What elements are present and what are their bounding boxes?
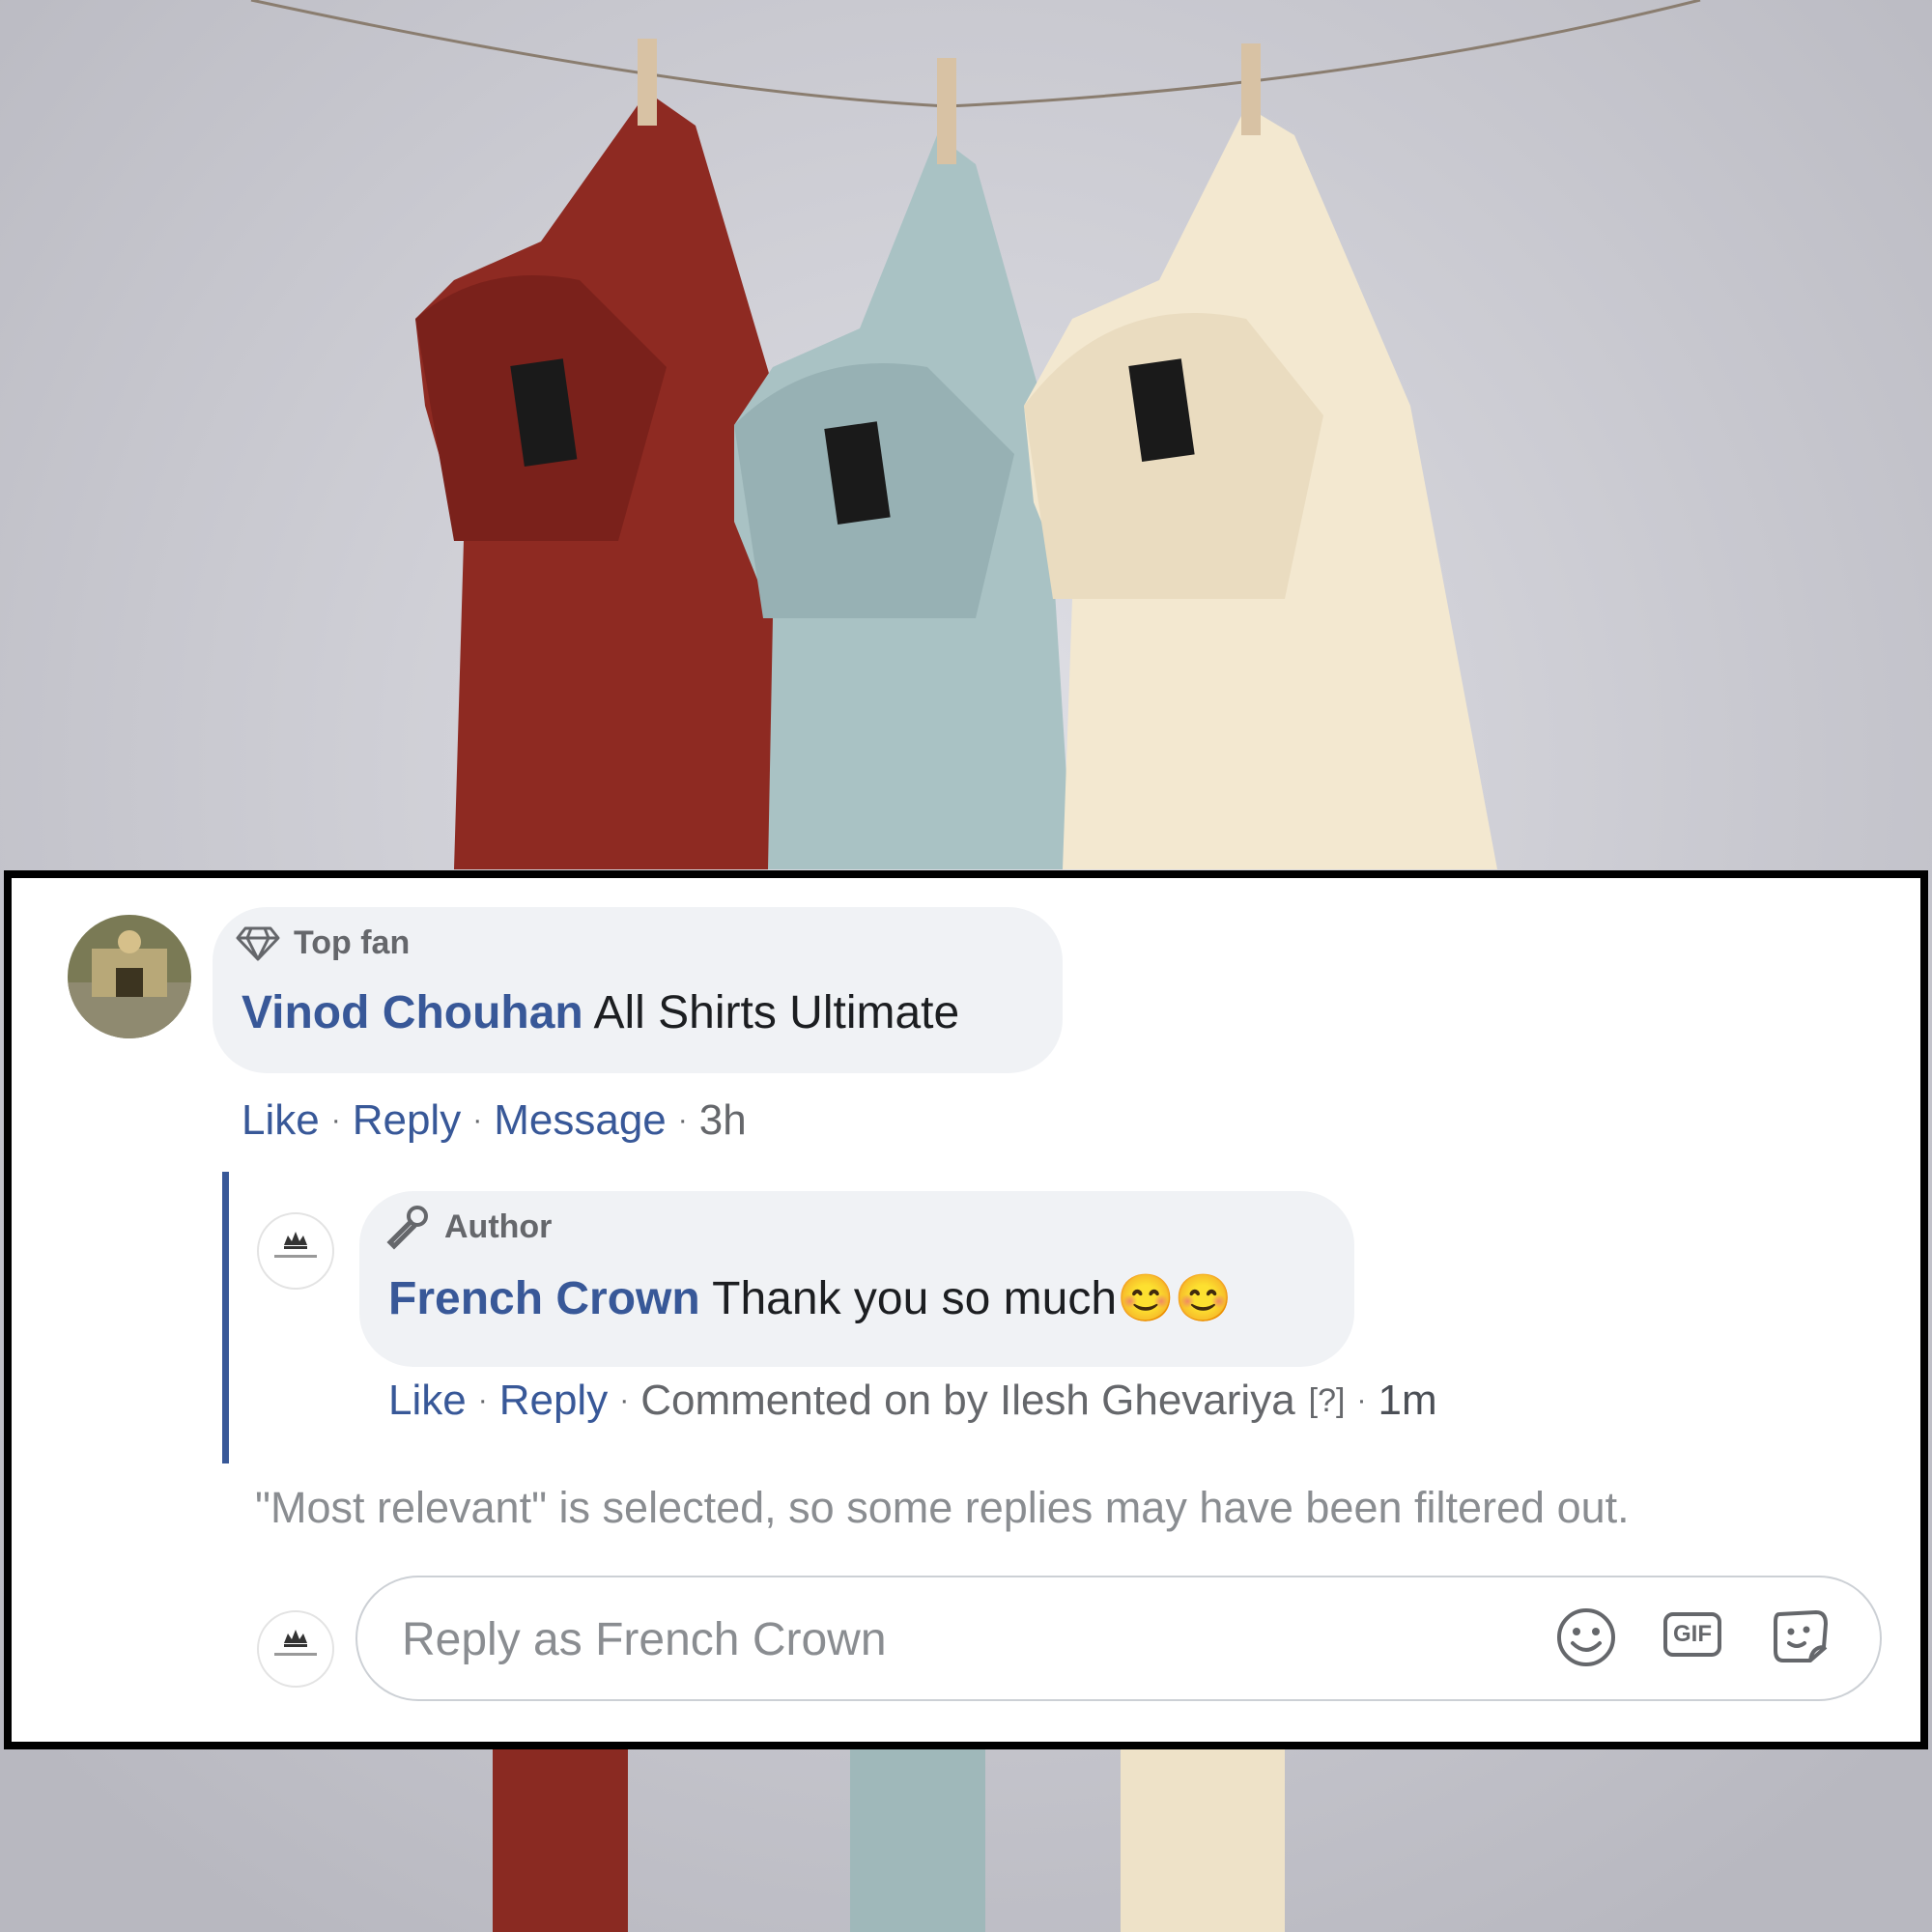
top-fan-badge: Top fan <box>236 924 410 962</box>
comment-text: All Shirts Ultimate <box>593 987 960 1038</box>
commenter-avatar[interactable] <box>68 915 191 1038</box>
gif-icon[interactable]: GIF <box>1663 1612 1721 1657</box>
message-link[interactable]: Message <box>494 1096 667 1145</box>
like-link[interactable]: Like <box>388 1377 467 1425</box>
reply-link[interactable]: Reply <box>499 1377 609 1425</box>
help-link[interactable]: [?] <box>1309 1382 1346 1420</box>
separator-dot: · <box>1356 1384 1367 1416</box>
separator-dot: · <box>330 1104 341 1136</box>
badge-label: Author <box>444 1208 553 1245</box>
reply-input[interactable] <box>400 1595 1515 1684</box>
comment-author[interactable]: Vinod Chouhan <box>242 987 583 1038</box>
composer-avatar <box>257 1610 334 1688</box>
comment-panel: Top fan Vinod Chouhan All Shirts Ultimat… <box>4 870 1928 1749</box>
crown-logo-icon <box>274 1630 317 1656</box>
separator-dot: · <box>677 1104 688 1136</box>
gif-label: GIF <box>1673 1621 1712 1647</box>
comment-timestamp[interactable]: 3h <box>699 1096 747 1145</box>
crown-logo-icon <box>274 1232 317 1258</box>
diamond-icon <box>236 926 280 960</box>
sticker-icon[interactable] <box>1768 1605 1833 1670</box>
microphone-icon <box>386 1206 428 1250</box>
reply-text-line: French Crown Thank you so much😊😊 <box>388 1270 1233 1325</box>
comment-actions: Like · Reply · Message · 3h <box>242 1096 747 1145</box>
separator-dot: · <box>619 1384 630 1416</box>
reply-link[interactable]: Reply <box>353 1096 462 1145</box>
reply-timestamp[interactable]: 1m <box>1378 1377 1436 1425</box>
reply-thread-bar <box>222 1172 229 1463</box>
separator-dot: · <box>472 1104 483 1136</box>
filter-notice: "Most relevant" is selected, so some rep… <box>255 1483 1630 1532</box>
comment-text-line: Vinod Chouhan All Shirts Ultimate <box>242 986 959 1039</box>
commented-by-text: Commented on by Ilesh Ghevariya <box>640 1377 1295 1424</box>
badge-label: Top fan <box>294 924 411 961</box>
smiley-icon[interactable] <box>1553 1605 1619 1670</box>
reply-author[interactable]: French Crown <box>388 1273 700 1324</box>
reply-composer[interactable]: GIF <box>355 1576 1882 1701</box>
author-badge: Author <box>383 1203 552 1251</box>
page-avatar[interactable] <box>257 1212 334 1290</box>
commenter-photo <box>68 915 191 1038</box>
smile-emoji: 😊😊 <box>1117 1273 1233 1324</box>
reply-text: Thank you so much <box>712 1273 1118 1324</box>
like-link[interactable]: Like <box>242 1096 320 1145</box>
separator-dot: · <box>477 1384 488 1416</box>
reply-actions: Like · Reply · Commented on by Ilesh Ghe… <box>388 1377 1437 1425</box>
